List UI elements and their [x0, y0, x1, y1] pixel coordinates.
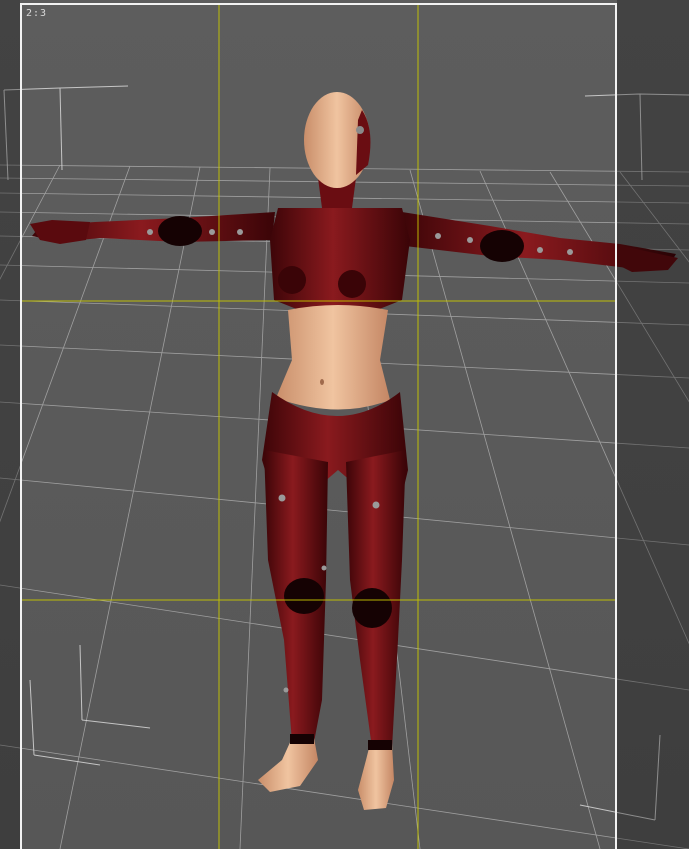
outside-frame-right-shade — [617, 0, 689, 849]
3d-viewport[interactable]: 2:3 — [0, 0, 689, 849]
outside-frame-left-shade — [0, 0, 20, 849]
render-frame — [20, 3, 617, 849]
aspect-ratio-label: 2:3 — [26, 8, 48, 19]
